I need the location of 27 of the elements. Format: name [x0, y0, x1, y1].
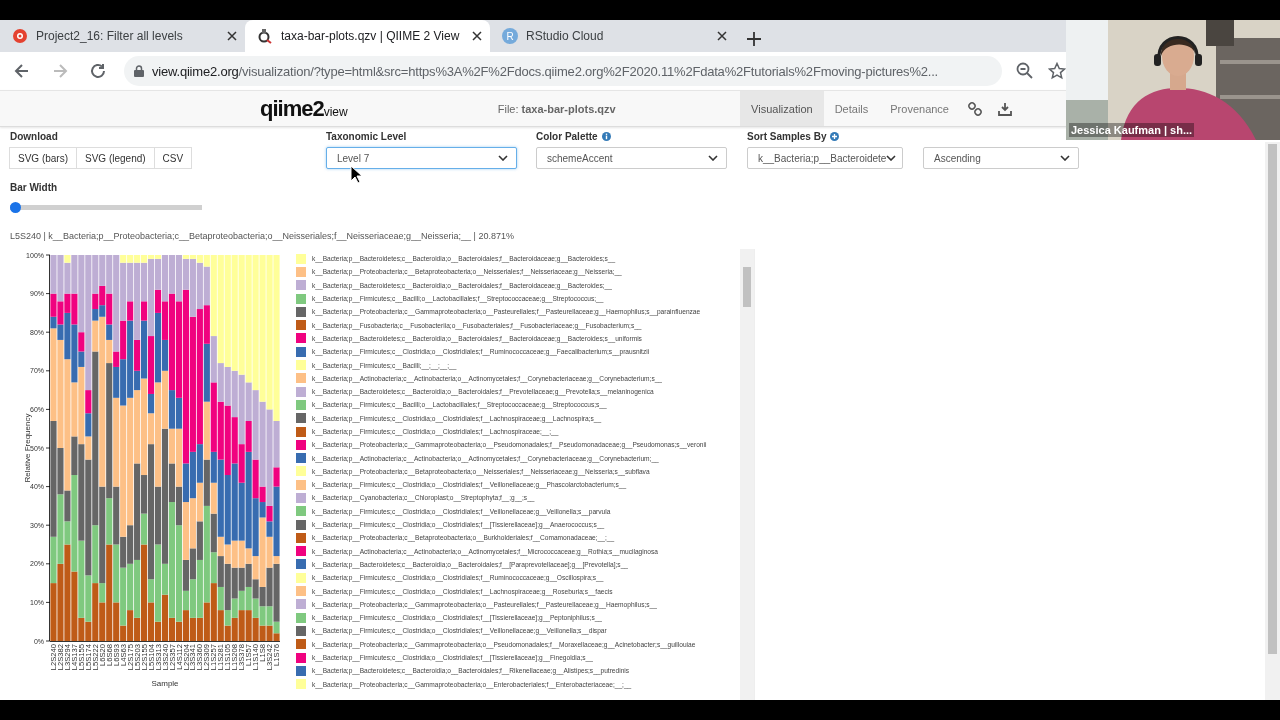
- download-button[interactable]: CSV: [153, 147, 193, 169]
- view-tab[interactable]: Visualization: [740, 91, 824, 126]
- level-select[interactable]: Level 7: [326, 147, 517, 169]
- participant-name: Jessica Kaufman | sh...: [1069, 123, 1195, 137]
- palette-select[interactable]: schemeAccent: [536, 147, 727, 169]
- download-button[interactable]: SVG (legend): [76, 147, 155, 169]
- order-select[interactable]: Ascending: [923, 147, 1079, 169]
- view-tab[interactable]: Provenance: [879, 91, 960, 126]
- field-label: Bar Width: [10, 181, 59, 194]
- letter-icon: R: [502, 28, 518, 44]
- browser-tab[interactable]: R RStudio Cloud: [490, 20, 735, 52]
- browser-tab[interactable]: taxa-bar-plots.qzv | QIIME 2 View: [245, 20, 490, 52]
- field-label: Color Palette: [536, 131, 598, 142]
- field-label: Download: [10, 130, 59, 143]
- file-name: File: taxa-bar-plots.qzv: [497, 102, 616, 115]
- browser-tab[interactable]: Project2_16: Filter all levels: [0, 20, 245, 52]
- field-label: Sort Samples By: [747, 131, 827, 142]
- logo[interactable]: qiime2view: [260, 95, 348, 122]
- sort-select[interactable]: k__Bacteria;p__Bacteroidete: [747, 147, 903, 169]
- x-axis-title: Sample: [151, 679, 179, 688]
- download-button[interactable]: SVG (bars): [9, 147, 77, 169]
- view-tab[interactable]: Details: [823, 91, 880, 126]
- address-bar[interactable]: view.qiime2.org/visualization/?type=html&src=https%3A%2F%2Fdocs.qiime2.org%2F2020.11%2Fdata%2Ftutorials%2Fmoving-pictures%2...: [124, 56, 1002, 86]
- y-axis-title: Relative Frequency: [23, 413, 32, 483]
- url-text: view.qiime2.org/visualization/?type=html&src=https%3A%2F%2Fdocs.qiime2.org%2F2020.11%2Fdata%2Ftutorials%2Fmoving-pictures%2...: [152, 63, 938, 79]
- hover-info: L5S240 | k__Bacteria;p__Proteobacteria;c__Betaproteobacteria;o__Neisseriales;f__Neisseriaceae;g__Neisseria;__ | 20.871%: [10, 231, 515, 241]
- field-label: Taxonomic Level: [326, 130, 408, 143]
